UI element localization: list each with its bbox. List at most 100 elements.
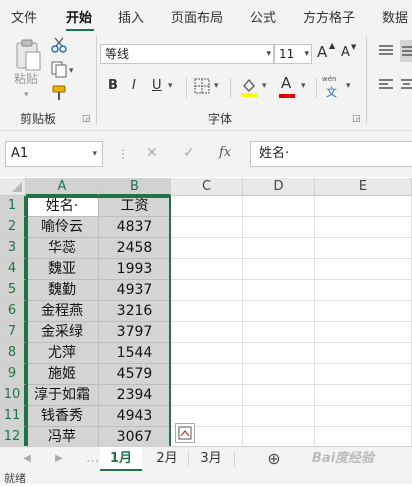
- table-cell[interactable]: 华蕊: [26, 238, 99, 259]
- dialog-launcher-icon[interactable]: ◲: [352, 114, 361, 124]
- empty-cell[interactable]: [243, 280, 315, 301]
- insert-function-button[interactable]: fx: [219, 145, 231, 160]
- empty-cell[interactable]: [171, 364, 243, 385]
- column-header-b[interactable]: B: [99, 178, 171, 196]
- more-sheets-icon[interactable]: …: [86, 447, 99, 471]
- tab-data[interactable]: 数据: [382, 7, 408, 26]
- empty-cell[interactable]: [171, 280, 243, 301]
- scroll-left-icon[interactable]: ◀: [20, 447, 34, 471]
- empty-cell[interactable]: [243, 406, 315, 427]
- cancel-entry-button[interactable]: ✕: [146, 145, 158, 161]
- copy-icon[interactable]: ▾: [50, 60, 78, 78]
- table-cell[interactable]: 2394: [99, 385, 171, 406]
- phonetic-guide-button[interactable]: 文: [326, 84, 337, 100]
- chevron-down-icon[interactable]: ▾: [214, 81, 219, 91]
- row-header[interactable]: 2: [0, 217, 26, 238]
- table-cell[interactable]: 金程燕: [26, 301, 99, 322]
- empty-cell[interactable]: [171, 259, 243, 280]
- empty-cell[interactable]: [243, 322, 315, 343]
- empty-cell[interactable]: [315, 238, 412, 259]
- empty-cell[interactable]: [315, 364, 412, 385]
- table-cell[interactable]: 冯苹: [26, 427, 99, 448]
- table-cell[interactable]: 金采绿: [26, 322, 99, 343]
- table-cell[interactable]: 魏勤: [26, 280, 99, 301]
- row-header[interactable]: 8: [0, 343, 26, 364]
- tab-page-layout[interactable]: 页面布局: [171, 7, 223, 26]
- paste-button-label[interactable]: 粘贴: [14, 70, 38, 87]
- bold-button[interactable]: B: [108, 78, 118, 93]
- row-header[interactable]: 3: [0, 238, 26, 259]
- fill-color-icon[interactable]: [240, 76, 258, 98]
- empty-cell[interactable]: [243, 364, 315, 385]
- empty-cell[interactable]: [171, 343, 243, 364]
- sheet-tab-jan[interactable]: 1月: [100, 447, 142, 471]
- table-cell[interactable]: 4937: [99, 280, 171, 301]
- table-cell[interactable]: 钱香秀: [26, 406, 99, 427]
- empty-cell[interactable]: [315, 385, 412, 406]
- empty-cell[interactable]: [243, 343, 315, 364]
- underline-button[interactable]: U: [152, 78, 162, 93]
- sheet-tab-feb[interactable]: 2月: [146, 447, 188, 471]
- empty-cell[interactable]: [243, 427, 315, 448]
- empty-cell[interactable]: [315, 343, 412, 364]
- chevron-down-icon[interactable]: ▾: [262, 81, 267, 91]
- dialog-launcher-icon[interactable]: ◲: [82, 114, 91, 124]
- format-painter-icon[interactable]: [50, 84, 70, 102]
- tab-formulas[interactable]: 公式: [250, 7, 276, 26]
- chevron-down-icon[interactable]: ▾: [168, 81, 173, 91]
- chevron-down-icon[interactable]: ▾: [301, 81, 306, 91]
- table-cell[interactable]: 1993: [99, 259, 171, 280]
- table-cell[interactable]: 3067: [99, 427, 171, 448]
- empty-cell[interactable]: [171, 196, 243, 217]
- align-left-icon[interactable]: [378, 78, 394, 92]
- name-box[interactable]: A1 ▾: [5, 141, 103, 167]
- empty-cell[interactable]: [315, 301, 412, 322]
- row-header[interactable]: 4: [0, 259, 26, 280]
- font-size-select[interactable]: 11 ▾: [274, 44, 312, 64]
- empty-cell[interactable]: [243, 196, 315, 217]
- quick-analysis-icon[interactable]: [175, 423, 195, 443]
- tab-file[interactable]: 文件: [11, 7, 37, 26]
- table-cell[interactable]: 3216: [99, 301, 171, 322]
- add-sheet-button[interactable]: ⊕: [262, 447, 286, 471]
- font-color-button[interactable]: A: [281, 74, 291, 92]
- confirm-entry-button[interactable]: ✓: [183, 145, 195, 161]
- table-cell[interactable]: 3797: [99, 322, 171, 343]
- align-center-icon[interactable]: [400, 78, 412, 92]
- table-cell[interactable]: 施姬: [26, 364, 99, 385]
- table-cell[interactable]: 工资: [99, 196, 171, 217]
- row-header[interactable]: 6: [0, 301, 26, 322]
- table-cell[interactable]: 尤萍: [26, 343, 99, 364]
- row-header[interactable]: 7: [0, 322, 26, 343]
- table-cell[interactable]: 姓名·: [26, 196, 99, 217]
- table-cell[interactable]: 淳于如霜: [26, 385, 99, 406]
- align-middle-icon[interactable]: [400, 40, 412, 62]
- empty-cell[interactable]: [315, 406, 412, 427]
- empty-cell[interactable]: [243, 259, 315, 280]
- cut-icon[interactable]: [50, 36, 68, 54]
- border-icon[interactable]: [194, 78, 210, 94]
- sheet-tab-mar[interactable]: 3月: [190, 447, 232, 471]
- empty-cell[interactable]: [315, 427, 412, 448]
- row-header[interactable]: 12: [0, 427, 26, 448]
- table-cell[interactable]: 4837: [99, 217, 171, 238]
- font-name-select[interactable]: 等线 ▾: [100, 44, 274, 64]
- empty-cell[interactable]: [243, 301, 315, 322]
- grow-font-button[interactable]: A: [317, 43, 327, 61]
- select-all-corner[interactable]: [0, 178, 26, 196]
- empty-cell[interactable]: [315, 280, 412, 301]
- paste-icon[interactable]: [14, 38, 42, 72]
- align-top-icon[interactable]: [378, 44, 394, 58]
- row-header[interactable]: 10: [0, 385, 26, 406]
- column-header-d[interactable]: D: [243, 178, 315, 196]
- empty-cell[interactable]: [171, 385, 243, 406]
- chevron-down-icon[interactable]: ▾: [24, 90, 29, 100]
- empty-cell[interactable]: [171, 322, 243, 343]
- table-cell[interactable]: 4579: [99, 364, 171, 385]
- column-header-c[interactable]: C: [171, 178, 243, 196]
- row-header[interactable]: 1: [0, 196, 26, 217]
- scroll-right-icon[interactable]: ▶: [52, 447, 66, 471]
- shrink-font-button[interactable]: A: [341, 45, 350, 60]
- table-cell[interactable]: 魏亚: [26, 259, 99, 280]
- formula-input[interactable]: 姓名·: [250, 141, 412, 167]
